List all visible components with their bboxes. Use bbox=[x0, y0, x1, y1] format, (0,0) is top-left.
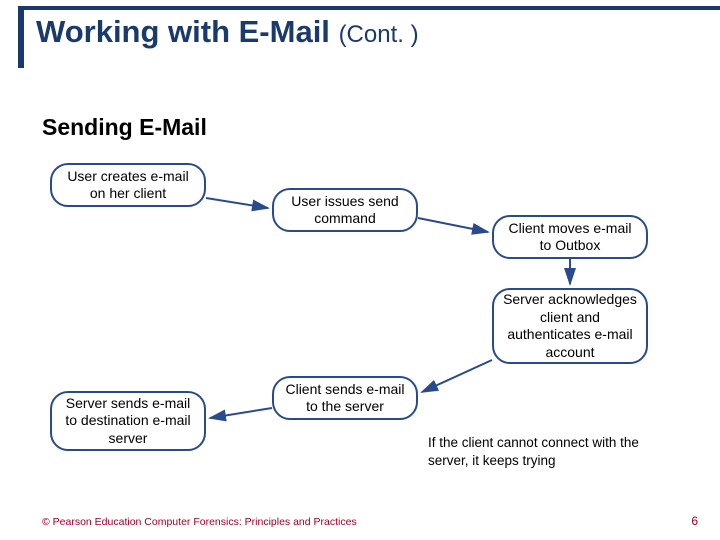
page-number: 6 bbox=[691, 514, 698, 528]
step-box-4: Server acknowledges client and authentic… bbox=[492, 288, 648, 364]
step-box-5: Client sends e-mail to the server bbox=[272, 376, 418, 420]
title-main: Working with E-Mail bbox=[36, 14, 330, 49]
step-box-2: User issues send command bbox=[272, 188, 418, 232]
title-cont: (Cont. ) bbox=[339, 21, 419, 48]
section-subtitle: Sending E-Mail bbox=[42, 114, 207, 141]
footer-copyright: © Pearson Education Computer Forensics: … bbox=[42, 516, 357, 528]
title-top-border bbox=[18, 6, 720, 10]
slide-title: Working with E-Mail (Cont. ) bbox=[36, 14, 419, 50]
step-box-6: Server sends e-mail to destination e-mai… bbox=[50, 391, 206, 451]
step-box-1: User creates e-mail on her client bbox=[50, 163, 206, 207]
step-box-3: Client moves e-mail to Outbox bbox=[492, 215, 648, 259]
caption-text: If the client cannot connect with the se… bbox=[428, 434, 658, 469]
title-left-accent bbox=[18, 6, 24, 68]
